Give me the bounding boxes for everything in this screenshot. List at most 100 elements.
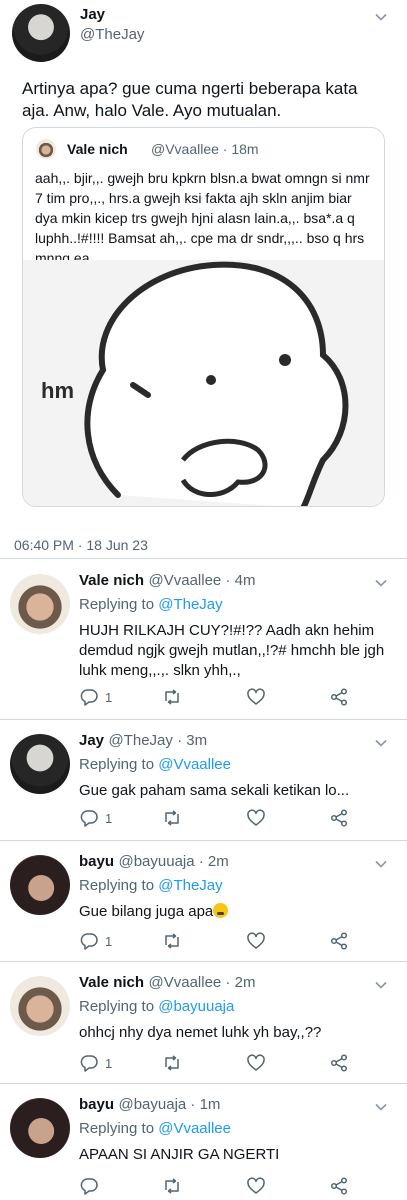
bayu-avatar[interactable] (10, 855, 70, 915)
reply-text: ohhcj nhy dya nemet luhk yh bay,,?? (79, 1024, 322, 1041)
reply-button[interactable]: 1 (79, 808, 112, 828)
reply-meta: @TheJay · 3m (108, 732, 208, 749)
reply-tweet[interactable]: Vale nich @Vvaallee · 4m Replying to @Th… (0, 560, 407, 682)
replying-to-mention[interactable]: @bayuuaja (158, 998, 234, 1015)
reply-header: bayu @bayuuaja · 2m (79, 853, 229, 871)
replying-to: Replying to @TheJay (79, 596, 223, 613)
replying-to-mention[interactable]: @TheJay (158, 877, 222, 894)
reply-button[interactable]: 1 (79, 687, 112, 707)
share-button[interactable] (329, 1053, 349, 1073)
share-button[interactable] (329, 687, 349, 707)
share-icon (330, 809, 348, 827)
comment-icon (80, 1178, 98, 1195)
reply-actions: 1 (79, 687, 379, 707)
reply-meta: @Vvaallee · 4m (148, 572, 256, 589)
comment-icon (80, 810, 98, 827)
chevron-down-icon[interactable] (374, 857, 388, 871)
heart-icon (247, 688, 265, 705)
comment-icon (80, 689, 98, 706)
replying-prefix: Replying to (79, 998, 155, 1015)
reply-header: bayu @bayuaja · 1m (79, 1096, 220, 1114)
replying-prefix: Replying to (79, 756, 155, 773)
replying-prefix: Replying to (79, 1120, 155, 1137)
retweet-icon (165, 1178, 179, 1194)
reply-text: APAAN SI ANJIR GA NGERTI (79, 1146, 280, 1163)
reply-button[interactable]: 1 (79, 931, 112, 951)
quoted-tweet[interactable]: Vale nich @Vvaallee · 18m aah,,. bjir,,.… (22, 127, 385, 507)
heart-icon (247, 932, 265, 949)
vale-avatar[interactable] (10, 574, 70, 634)
main-author-name[interactable]: Jay (80, 6, 105, 23)
reply-author-name[interactable]: bayu (79, 1096, 114, 1113)
reply-author-name[interactable]: bayu (79, 853, 114, 870)
share-icon (330, 688, 348, 706)
like-button[interactable] (246, 1176, 266, 1196)
replying-to: Replying to @Vvaallee (79, 1120, 231, 1137)
bayu-avatar[interactable] (10, 1098, 70, 1158)
reply-count: 1 (105, 933, 113, 949)
chevron-down-icon[interactable] (374, 10, 388, 24)
reply-header: Jay @TheJay · 3m (79, 732, 207, 750)
reply-button[interactable] (79, 1176, 105, 1196)
divider (0, 558, 407, 559)
reply-button[interactable]: 1 (79, 1053, 112, 1073)
retweet-icon (165, 933, 179, 949)
reply-actions: 1 (79, 1053, 379, 1073)
quote-text: aah,,. bjir,,. gwejh bru kpkrn blsn.a bw… (35, 170, 370, 266)
jay-avatar[interactable] (12, 4, 70, 62)
retweet-icon (165, 1055, 179, 1071)
replying-to: Replying to @bayuuaja (79, 998, 234, 1015)
retweet-button[interactable] (162, 1176, 182, 1196)
replying-to-mention[interactable]: @Vvaallee (158, 1120, 231, 1137)
jay-avatar[interactable] (10, 734, 70, 794)
reply-header: Vale nich @Vvaallee · 4m (79, 572, 255, 590)
like-button[interactable] (246, 1053, 266, 1073)
like-button[interactable] (246, 931, 266, 951)
retweet-button[interactable] (162, 1053, 182, 1073)
replying-to: Replying to @Vvaallee (79, 756, 231, 773)
reply-meta: @bayuaja · 1m (118, 1096, 221, 1113)
main-tweet: Jay @TheJay Artinya apa? gue cuma ngerti… (0, 0, 407, 560)
retweet-button[interactable] (162, 931, 182, 951)
quote-author-name: Vale nich (67, 141, 128, 157)
comment-icon (80, 1055, 98, 1072)
meme-drawing (23, 260, 384, 506)
reply-meta: @Vvaallee · 2m (148, 974, 256, 991)
like-button[interactable] (246, 687, 266, 707)
heart-icon (247, 1177, 265, 1194)
heart-icon (247, 809, 265, 826)
chevron-down-icon[interactable] (374, 1100, 388, 1114)
tweet-timestamp[interactable]: 06:40 PM · 18 Jun 23 (14, 537, 148, 553)
reply-count: 1 (105, 1055, 113, 1071)
reply-text: HUJH RILKAJH CUY?!#!?? Aadh akn hehim de… (79, 622, 385, 679)
chevron-down-icon[interactable] (374, 576, 388, 590)
quote-avatar (36, 139, 56, 159)
retweet-button[interactable] (162, 687, 182, 707)
reply-text: Gue gak paham sama sekali ketikan lo... (79, 782, 350, 799)
vale-avatar[interactable] (10, 976, 70, 1036)
quote-image[interactable]: hm (23, 260, 384, 506)
reply-actions (79, 1176, 379, 1196)
replying-to-mention[interactable]: @TheJay (158, 596, 222, 613)
share-button[interactable] (329, 1176, 349, 1196)
replying-to-mention[interactable]: @Vvaallee (158, 756, 231, 773)
replying-prefix: Replying to (79, 596, 155, 613)
reply-author-name[interactable]: Vale nich (79, 572, 144, 589)
retweet-icon (165, 810, 179, 826)
chevron-down-icon[interactable] (374, 736, 388, 750)
share-button[interactable] (329, 931, 349, 951)
share-icon (330, 932, 348, 950)
share-icon (330, 1054, 348, 1072)
share-button[interactable] (329, 808, 349, 828)
reply-author-name[interactable]: Vale nich (79, 974, 144, 991)
replying-to: Replying to @TheJay (79, 877, 223, 894)
retweet-button[interactable] (162, 808, 182, 828)
chevron-down-icon[interactable] (374, 978, 388, 992)
replying-prefix: Replying to (79, 877, 155, 894)
like-button[interactable] (246, 808, 266, 828)
retweet-icon (165, 689, 179, 705)
weary-face-emoji-icon (213, 903, 229, 918)
main-author-handle[interactable]: @TheJay (80, 26, 144, 43)
reply-actions: 1 (79, 808, 379, 828)
reply-author-name[interactable]: Jay (79, 732, 104, 749)
